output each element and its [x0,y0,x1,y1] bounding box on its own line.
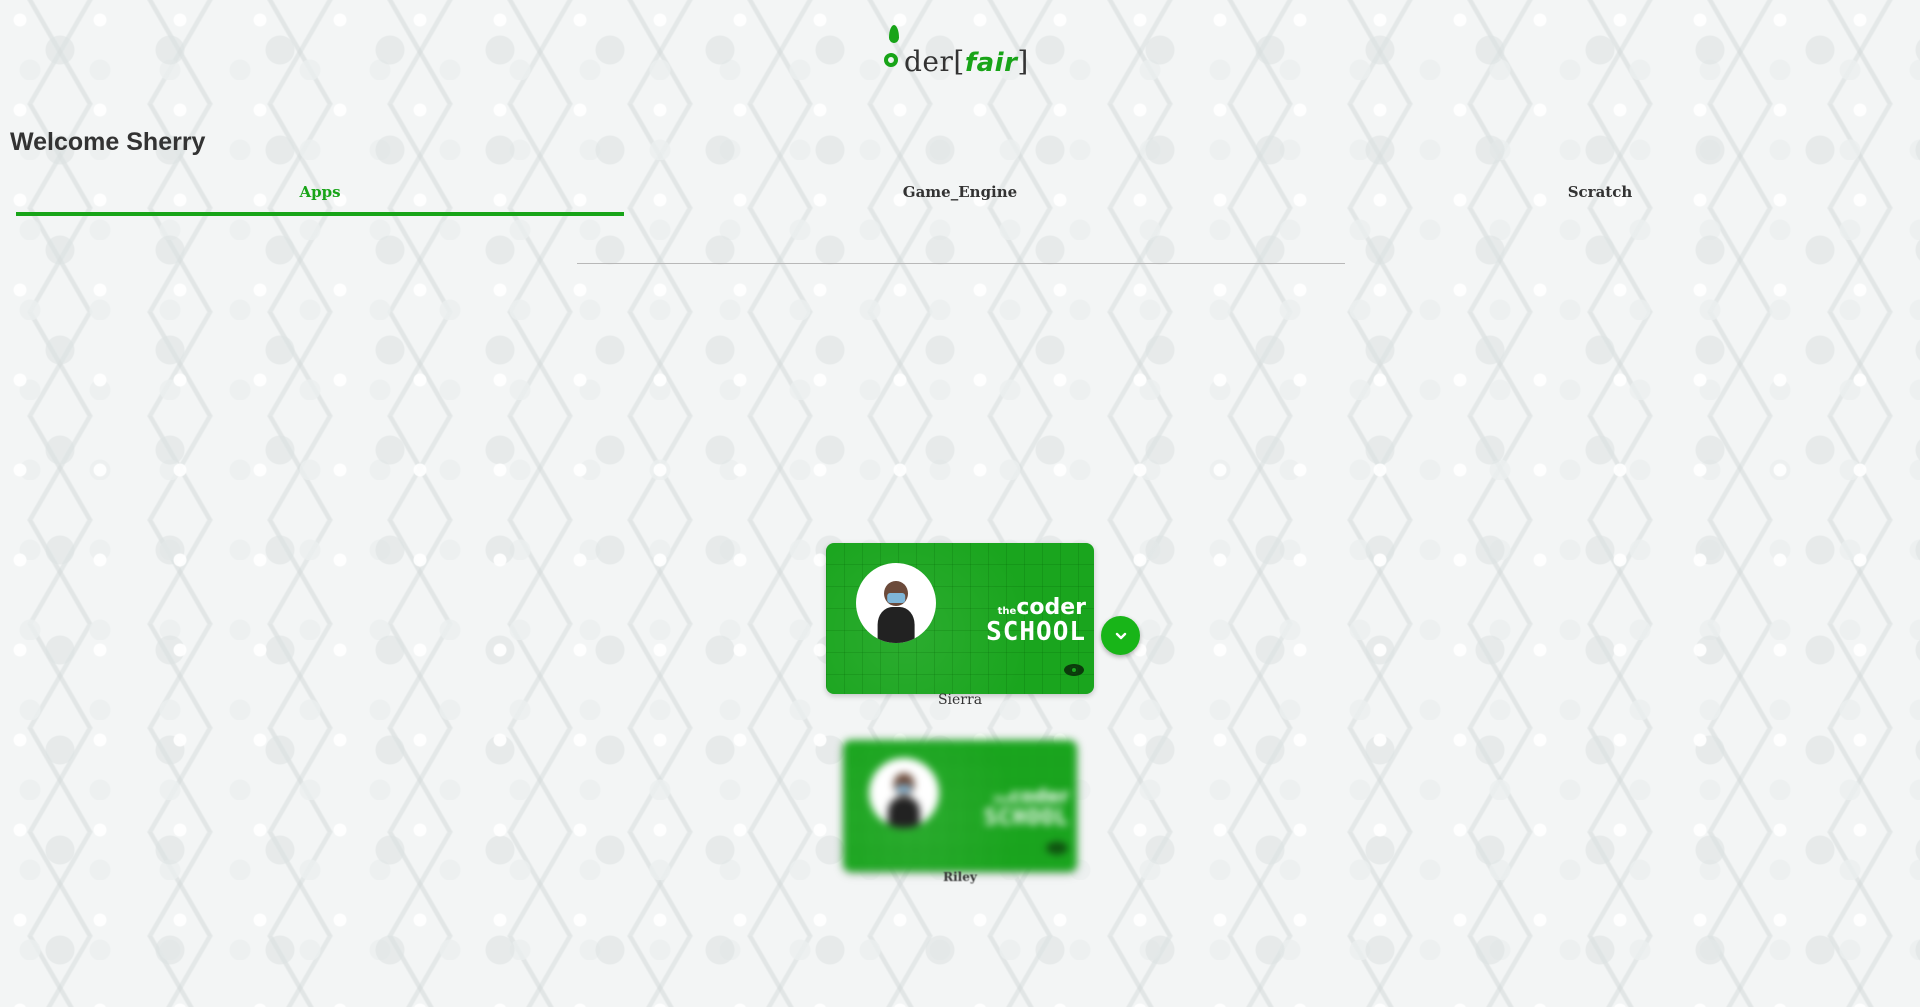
logo-bracket-open: [ [953,45,965,78]
eye-icon[interactable] [1047,842,1067,854]
project-card-riley[interactable]: thecoder SCHOOL [843,740,1077,872]
coder-school-logo: thecoder SCHOOL [986,595,1086,647]
tab-apps[interactable]: Apps [16,176,624,216]
divider [577,263,1345,264]
card-name: Sierra [937,692,983,708]
expand-button[interactable] [1101,616,1140,655]
welcome-heading: Welcome Sherry [10,128,206,156]
avatar [856,563,936,643]
eye-icon[interactable] [1064,664,1084,676]
coder-school-logo: thecoder SCHOOL [984,786,1069,831]
logo-text-fair: fair [964,48,1018,78]
flame-icon [884,25,904,78]
card-name: Riley [943,870,977,884]
tab-game-engine[interactable]: Game_Engine [656,176,1264,216]
project-card-sierra[interactable]: thecoder SCHOOL [826,543,1094,694]
logo-bracket-close: ] [1017,45,1029,78]
avatar [869,758,939,828]
chevron-down-icon [1115,632,1126,639]
tab-scratch[interactable]: Scratch [1296,176,1904,216]
category-tabs: Apps Game_Engine Scratch [16,176,1920,216]
coderfair-logo: der [ fair ] [884,25,1036,78]
logo-text-coder: der [904,45,954,78]
